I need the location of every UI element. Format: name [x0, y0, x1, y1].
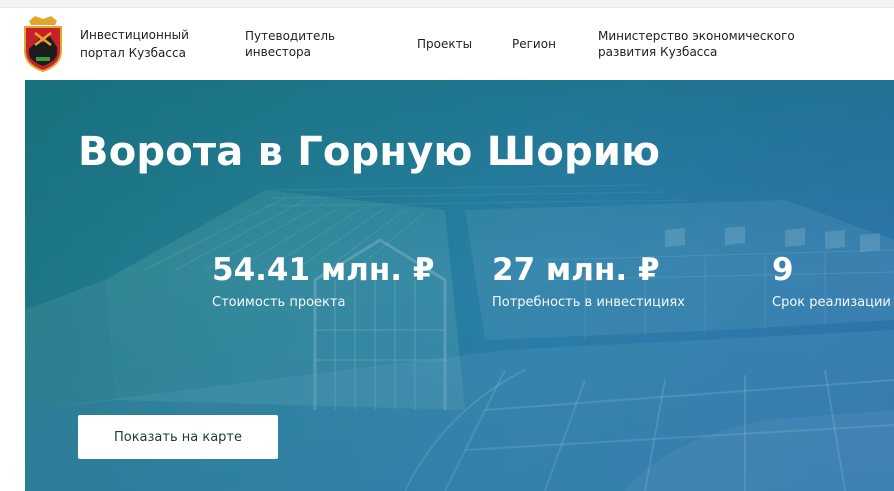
- stat-value: 9: [772, 252, 794, 288]
- top-strip: [0, 0, 894, 8]
- stat-label: Стоимость проекта: [212, 295, 346, 310]
- portal-name[interactable]: Инвестиционный портал Кузбасса: [80, 26, 230, 62]
- stat-implementation-period: 9 Срок реализации: [772, 250, 891, 312]
- nav-investor-guide[interactable]: Путеводитель инвестора: [245, 28, 355, 60]
- kuzbass-coat-of-arms-icon[interactable]: [21, 15, 65, 73]
- nav-region[interactable]: Регион: [512, 36, 556, 52]
- show-on-map-button[interactable]: Показать на карте: [78, 415, 278, 459]
- stat-investment-need: 27 млн. ₽ Потребность в инвестициях: [492, 250, 685, 312]
- site-header: Инвестиционный портал Кузбасса Путеводит…: [0, 8, 894, 80]
- project-hero: Ворота в Горную Шорию 54.41 млн. ₽ Стоим…: [25, 80, 894, 491]
- stat-value: 27 млн. ₽: [492, 252, 660, 288]
- nav-projects[interactable]: Проекты: [417, 36, 472, 52]
- stat-project-cost: 54.41 млн. ₽ Стоимость проекта: [212, 250, 434, 312]
- project-title: Ворота в Горную Шорию: [78, 129, 661, 175]
- stat-label: Срок реализации: [772, 295, 891, 310]
- stat-value: 54.41 млн. ₽: [212, 252, 435, 288]
- stat-label: Потребность в инвестициях: [492, 295, 685, 310]
- nav-ministry[interactable]: Министерство экономического развития Куз…: [598, 28, 848, 60]
